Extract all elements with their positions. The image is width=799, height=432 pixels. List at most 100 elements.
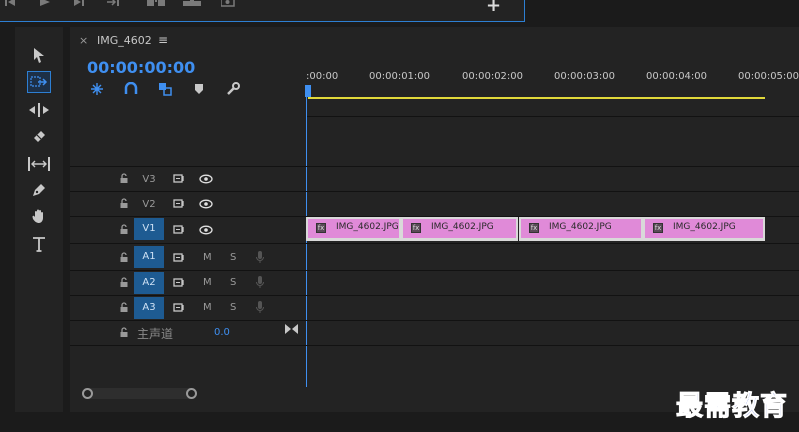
go-to-in-out-icon[interactable] (285, 324, 298, 334)
ruler-divider (306, 116, 799, 117)
ruler-tick: 00:00:05:00 (738, 71, 799, 82)
step-forward-icon[interactable] (73, 0, 85, 10)
track-label-a3[interactable]: A3 (134, 297, 164, 319)
clip-1[interactable]: fx IMG_4602.JPG (306, 217, 401, 241)
clip-name: IMG_4602.JPG (431, 222, 494, 232)
ripple-edit-tool[interactable] (27, 99, 51, 121)
type-tool[interactable] (27, 233, 51, 255)
razor-tool[interactable] (27, 125, 51, 147)
sync-lock-icon[interactable] (173, 278, 186, 288)
microphone-icon[interactable] (256, 276, 264, 289)
arrow-icon (34, 48, 44, 63)
track-divider (70, 243, 799, 244)
sync-lock-icon[interactable] (173, 199, 186, 209)
master-track-label: 主声道 (137, 327, 174, 341)
fx-badge-icon: fx (529, 223, 539, 233)
clip-name: IMG_4602.JPG (549, 222, 612, 232)
fx-badge-icon: fx (316, 223, 326, 233)
work-area-bar[interactable] (308, 97, 765, 99)
mute-button[interactable]: M (203, 252, 212, 263)
overwrite-icon[interactable] (183, 0, 203, 10)
slip-tool[interactable] (27, 153, 51, 175)
track-divider (70, 270, 799, 271)
snap-magnet-icon[interactable] (123, 81, 139, 97)
track-label-v3[interactable]: V3 (134, 174, 164, 185)
clip-3[interactable]: fx IMG_4602.JPG (519, 217, 643, 241)
nest-icon[interactable] (89, 81, 105, 97)
microphone-icon[interactable] (256, 251, 264, 264)
track-select-forward-tool[interactable] (27, 71, 51, 93)
add-marker-icon[interactable] (191, 81, 207, 97)
clip-name: IMG_4602.JPG (336, 222, 399, 232)
lock-icon[interactable] (119, 198, 129, 209)
eye-icon[interactable] (199, 199, 213, 209)
sync-lock-icon[interactable] (173, 225, 186, 235)
monitor-transport-bar (0, 0, 525, 22)
selection-tool[interactable] (27, 45, 51, 67)
track-select-icon (30, 76, 48, 87)
sync-lock-icon[interactable] (173, 174, 186, 184)
lock-icon[interactable] (119, 252, 129, 263)
button-editor-plus-button[interactable]: + (486, 0, 501, 15)
linked-selection-icon[interactable] (157, 81, 173, 97)
microphone-icon[interactable] (256, 301, 264, 314)
track-divider (70, 166, 799, 167)
ruler-tick: 00:00:04:00 (646, 71, 708, 82)
ruler-tick: :00:00 (306, 71, 339, 82)
track-label-a1[interactable]: A1 (134, 246, 164, 268)
clip-2[interactable]: fx IMG_4602.JPG (401, 217, 518, 241)
zoom-scroll-handle-right[interactable] (186, 388, 197, 399)
ruler-tick: 00:00:02:00 (462, 71, 524, 82)
eye-icon[interactable] (199, 225, 213, 235)
track-label-v1[interactable]: V1 (134, 218, 164, 240)
clip-name: IMG_4602.JPG (673, 222, 736, 232)
pen-tool[interactable] (27, 179, 51, 201)
solo-button[interactable]: S (230, 302, 236, 313)
playhead-handle[interactable] (305, 85, 311, 97)
program-monitor-strip: + (0, 0, 799, 23)
lock-icon[interactable] (119, 327, 129, 338)
lock-icon[interactable] (119, 277, 129, 288)
pen-icon (33, 184, 45, 196)
track-divider (70, 191, 799, 192)
slip-icon (28, 157, 50, 171)
fx-badge-icon: fx (653, 223, 663, 233)
clip-4[interactable]: fx IMG_4602.JPG (643, 217, 765, 241)
tab-menu-icon[interactable]: ≡ (158, 33, 168, 47)
track-divider (70, 295, 799, 296)
track-divider (70, 320, 799, 321)
tools-panel (15, 27, 63, 412)
export-frame-icon[interactable] (220, 0, 235, 10)
sync-lock-icon[interactable] (173, 253, 186, 263)
eye-icon[interactable] (199, 174, 213, 184)
timeline-zoom-scrollbar[interactable] (86, 388, 196, 399)
watermark-logo: 最需教育 (676, 391, 788, 423)
insert-icon[interactable] (147, 0, 167, 10)
play-icon[interactable] (39, 0, 51, 10)
go-to-out-icon[interactable] (107, 0, 121, 10)
wrench-settings-icon[interactable] (225, 81, 241, 97)
hand-icon (32, 209, 43, 223)
razor-icon (34, 131, 45, 142)
lock-icon[interactable] (119, 302, 129, 313)
sync-lock-icon[interactable] (173, 303, 186, 313)
track-label-v2[interactable]: V2 (134, 199, 164, 210)
ripple-edit-icon (29, 103, 49, 117)
tab-close-button[interactable]: × (79, 34, 88, 47)
sequence-tab-title[interactable]: IMG_4602 (97, 34, 152, 47)
mute-button[interactable]: M (203, 277, 212, 288)
lock-icon[interactable] (119, 173, 129, 184)
ruler-tick: 00:00:03:00 (554, 71, 616, 82)
lock-icon[interactable] (119, 224, 129, 235)
track-label-a2[interactable]: A2 (134, 272, 164, 294)
hand-tool[interactable] (27, 205, 51, 227)
step-back-icon[interactable] (5, 0, 17, 10)
solo-button[interactable]: S (230, 252, 236, 263)
track-divider (70, 345, 799, 346)
playhead-timecode[interactable]: 00:00:00:00 (87, 58, 195, 77)
mute-button[interactable]: M (203, 302, 212, 313)
type-icon (33, 237, 45, 252)
master-volume-value[interactable]: 0.0 (214, 327, 230, 338)
zoom-scroll-handle-left[interactable] (82, 388, 93, 399)
solo-button[interactable]: S (230, 277, 236, 288)
